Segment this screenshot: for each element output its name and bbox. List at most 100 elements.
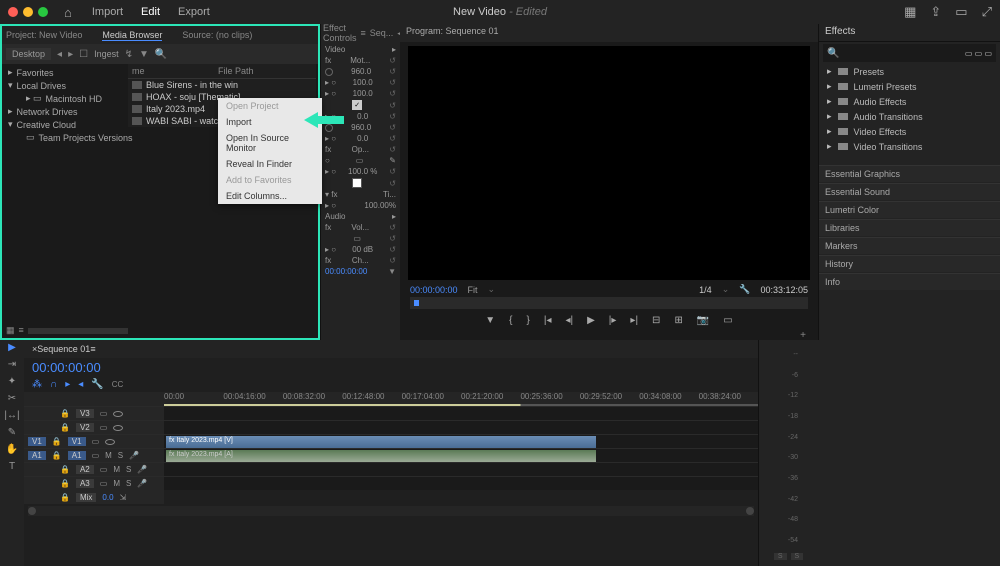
play-icon[interactable]: ▶ [587, 315, 595, 326]
track-a2[interactable]: A2 [76, 465, 94, 474]
time-fx[interactable]: Ti... [383, 190, 396, 199]
effects-folder[interactable]: ▸ Video Transitions [819, 139, 1000, 154]
ripple-icon[interactable]: ✦ [8, 376, 16, 387]
in-icon[interactable]: { [509, 315, 512, 326]
src-a1[interactable]: A1 [28, 451, 46, 460]
eye-icon[interactable] [113, 411, 123, 417]
home-icon[interactable]: ⌂ [64, 5, 72, 20]
voice-icon[interactable]: 🎤 [137, 479, 147, 488]
mix-val[interactable]: 0.0 [102, 493, 113, 502]
track-v1[interactable]: V1 [68, 437, 86, 446]
pen-icon[interactable]: ✎ [8, 427, 16, 438]
menu-export[interactable]: Export [178, 6, 210, 18]
sequence-tab[interactable]: Sequence 01 [37, 344, 90, 354]
filter-badges[interactable]: ▭ ▭ ▭ [965, 49, 992, 58]
cc-icon[interactable]: CC [112, 380, 124, 389]
program-scrubber[interactable] [410, 297, 808, 309]
effects-folder[interactable]: ▸ Audio Transitions [819, 109, 1000, 124]
extract-icon[interactable]: ⊞ [674, 315, 682, 326]
effects-folder[interactable]: ▸ Audio Effects [819, 94, 1000, 109]
effects-search[interactable]: 🔍 ▭ ▭ ▭ [823, 44, 996, 62]
slip-icon[interactable]: |↔| [4, 410, 19, 421]
menu-edit[interactable]: Edit [141, 6, 160, 18]
val-speed[interactable]: 100.00% [364, 201, 396, 210]
track-v3[interactable]: V3 [76, 409, 94, 418]
val-db[interactable]: 00 dB [352, 245, 373, 254]
link-icon[interactable]: ∩ [50, 379, 57, 390]
video-clip[interactable]: fx Italy 2023.mp4 [V] [166, 436, 596, 448]
col-path[interactable]: File Path [218, 66, 254, 76]
step-back-icon[interactable]: ◂| [565, 315, 573, 326]
back-icon[interactable]: ◂ [57, 49, 62, 60]
track-v2[interactable]: V2 [76, 423, 94, 432]
type-icon[interactable]: T [9, 461, 15, 472]
snapshot-icon[interactable]: 📷 [697, 315, 709, 326]
search-input[interactable] [843, 48, 933, 58]
effects-folder[interactable]: ▸ Presets [819, 64, 1000, 79]
eye-icon[interactable] [113, 425, 123, 431]
step-fwd-icon[interactable]: |▸ [609, 315, 617, 326]
solo-icon[interactable]: S [126, 479, 131, 488]
fwd-icon[interactable]: ▸ [68, 49, 73, 60]
goto-out-icon[interactable]: ▸| [630, 315, 638, 326]
tab-effect-controls[interactable]: Effect Controls [323, 23, 357, 43]
solo-icon[interactable]: S [126, 465, 131, 474]
audio-clip[interactable]: fx Italy 2023.mp4 [A] [166, 450, 596, 462]
hand-icon[interactable]: ✋ [6, 444, 18, 455]
marker-icon[interactable]: ▸ [65, 379, 70, 390]
tab-source[interactable]: Source: (no clips) [182, 30, 252, 40]
search-icon[interactable]: 🔍 [155, 49, 167, 60]
lift-icon[interactable]: ⊟ [652, 315, 660, 326]
lock-icon[interactable]: 🔒 [52, 437, 62, 446]
panel-link[interactable]: Essential Sound [819, 183, 1000, 200]
blend-swatch[interactable] [352, 178, 362, 188]
scale-dropdown[interactable]: 1/4 [699, 285, 712, 295]
video-monitor[interactable] [408, 46, 810, 280]
settings-icon[interactable]: ◂ [78, 379, 83, 390]
thumb-view-icon[interactable]: ▦ [6, 325, 15, 336]
eye-icon[interactable] [105, 439, 115, 445]
val-opacity[interactable]: 100.0 % [348, 167, 377, 176]
wrench-icon[interactable]: 🔧 [739, 284, 750, 295]
razor-icon[interactable]: ✂ [8, 393, 16, 404]
src-v1[interactable]: V1 [28, 437, 46, 446]
snap-icon[interactable]: ⁂ [32, 379, 42, 390]
compare-icon[interactable]: ▭ [723, 315, 732, 326]
solo-l[interactable]: S [774, 553, 787, 560]
workspace-icon[interactable]: ▦ [904, 4, 916, 20]
timeline-timecode[interactable]: 00:00:00:00 [24, 358, 758, 377]
audio-section[interactable]: Audio [325, 212, 345, 221]
close-icon[interactable] [8, 7, 18, 17]
mute-icon[interactable]: M [113, 465, 120, 474]
lock-icon[interactable]: 🔒 [60, 479, 70, 488]
zoom-slider[interactable] [28, 328, 128, 334]
lock-icon[interactable]: 🔒 [60, 493, 70, 502]
motion-fx[interactable]: Mot... [350, 56, 370, 65]
voice-icon[interactable]: 🎤 [129, 451, 139, 460]
wrench-icon[interactable]: 🔧 [91, 379, 103, 390]
uniform-check[interactable]: ✓ [352, 100, 362, 110]
panel-link[interactable]: Lumetri Color [819, 201, 1000, 218]
share-icon[interactable]: ⇪ [930, 4, 941, 20]
tab-project[interactable]: Project: New Video [6, 30, 82, 40]
lock-icon[interactable]: 🔒 [52, 451, 62, 460]
maximize-icon[interactable] [38, 7, 48, 17]
program-tc-left[interactable]: 00:00:00:00 [410, 285, 458, 295]
solo-r[interactable]: S [791, 553, 804, 560]
expand-icon[interactable]: ⇲ [120, 493, 127, 502]
panel-link[interactable]: Libraries [819, 219, 1000, 236]
tab-media-browser[interactable]: Media Browser [102, 30, 162, 41]
channel-fx[interactable]: Ch... [352, 256, 369, 265]
val-pos[interactable]: 960.0 [351, 67, 371, 76]
time-ruler[interactable]: 00:0000:04:16:0000:08:32:0000:12:48:0000… [24, 392, 758, 406]
track-a1[interactable]: A1 [68, 451, 86, 460]
track-mix[interactable]: Mix [76, 493, 96, 502]
col-name[interactable]: me [132, 66, 218, 76]
location-dropdown[interactable]: Desktop [6, 48, 51, 60]
val-anchor[interactable]: 960.0 [351, 123, 371, 132]
voice-icon[interactable]: 🎤 [137, 465, 147, 474]
video-section[interactable]: Video [325, 45, 345, 54]
out-icon[interactable]: } [527, 315, 530, 326]
filter-icon[interactable]: ▼ [139, 49, 149, 60]
lock-icon[interactable]: 🔒 [60, 465, 70, 474]
